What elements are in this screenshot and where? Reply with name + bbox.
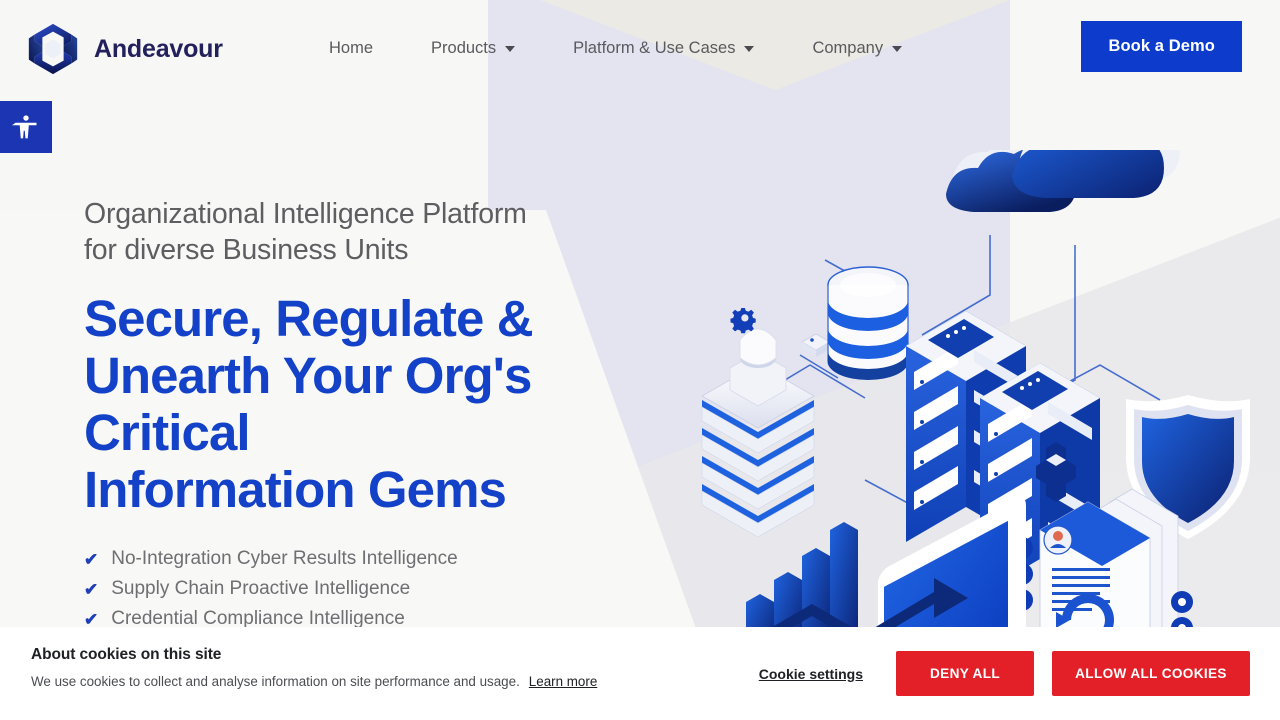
nav-item-company-label: Company — [812, 38, 884, 57]
cloud-element-2 — [1012, 105, 1180, 198]
list-item: ✔ No-Integration Cyber Results Intellige… — [84, 544, 684, 574]
hero-illustration — [690, 105, 1280, 720]
hero-feature-list: ✔ No-Integration Cyber Results Intellige… — [84, 544, 684, 634]
accessibility-widget-button[interactable] — [0, 101, 52, 153]
database-cylinder-element — [827, 266, 909, 380]
accessibility-person-icon — [12, 115, 37, 139]
hero-headline-line-1: Secure, Regulate & — [84, 290, 534, 347]
chevron-down-icon — [892, 46, 903, 52]
page-root: Andeavour Home Products Platform & Use C… — [0, 0, 1280, 720]
list-item-label: No-Integration Cyber Results Intelligenc… — [111, 548, 458, 569]
hexagon-cube-logo-icon — [28, 23, 78, 75]
brand-name: Andeavour — [94, 34, 223, 63]
hero-section: Organizational Intelligence Platform for… — [84, 196, 684, 634]
deny-all-button[interactable]: DENY ALL — [896, 651, 1034, 696]
list-item-label: Supply Chain Proactive Intelligence — [111, 578, 411, 599]
nav-item-home[interactable]: Home — [300, 39, 402, 58]
hero-eyebrow-line-2: for diverse Business Units — [84, 234, 409, 266]
nav-item-platform-use-cases[interactable]: Platform & Use Cases — [544, 39, 783, 58]
site-header: Andeavour Home Products Platform & Use C… — [0, 0, 1280, 96]
cookie-settings-link[interactable]: Cookie settings — [759, 666, 863, 682]
hero-headline-line-2: Unearth Your Org's — [84, 347, 532, 404]
nav-item-home-label: Home — [329, 38, 374, 57]
cookie-consent-banner: About cookies on this site We use cookie… — [0, 627, 1280, 720]
brand-logo-link[interactable]: Andeavour — [24, 20, 223, 78]
hero-headline: Secure, Regulate & Unearth Your Org's Cr… — [84, 290, 684, 518]
chevron-down-icon — [505, 46, 516, 52]
hero-eyebrow: Organizational Intelligence Platform for… — [84, 196, 684, 268]
nav-item-products[interactable]: Products — [402, 39, 544, 58]
nav-item-company[interactable]: Company — [783, 39, 931, 58]
cookie-banner-actions: Cookie settings DENY ALL ALLOW ALL COOKI… — [759, 627, 1250, 720]
stacked-layers-element — [701, 328, 815, 538]
check-mark-icon: ✔ — [84, 549, 99, 569]
isometric-infrastructure-svg — [701, 105, 1250, 720]
allow-all-cookies-button[interactable]: ALLOW ALL COOKIES — [1052, 651, 1250, 696]
cookie-banner-description-row: We use cookies to collect and analyse in… — [31, 674, 597, 689]
cookie-banner-text: About cookies on this site We use cookie… — [31, 646, 597, 689]
hero-eyebrow-line-1: Organizational Intelligence Platform — [84, 198, 527, 230]
hero-headline-line-3: Critical — [84, 404, 251, 461]
nav-item-products-label: Products — [431, 38, 497, 57]
gear-icon — [730, 308, 756, 334]
hero-headline-line-4: Information Gems — [84, 461, 507, 518]
nav-item-platform-label: Platform & Use Cases — [573, 38, 736, 57]
connector-node — [801, 333, 831, 357]
list-item: ✔ Supply Chain Proactive Intelligence — [84, 574, 684, 604]
check-mark-icon: ✔ — [84, 579, 99, 599]
chevron-down-icon — [744, 46, 755, 52]
check-mark-icon: ✔ — [84, 609, 99, 629]
main-navigation: Home Products Platform & Use Cases Compa… — [300, 0, 931, 96]
cookie-banner-description: We use cookies to collect and analyse in… — [31, 674, 520, 689]
cookie-banner-title: About cookies on this site — [31, 646, 222, 663]
learn-more-link[interactable]: Learn more — [529, 674, 597, 689]
book-a-demo-button[interactable]: Book a Demo — [1081, 21, 1242, 72]
